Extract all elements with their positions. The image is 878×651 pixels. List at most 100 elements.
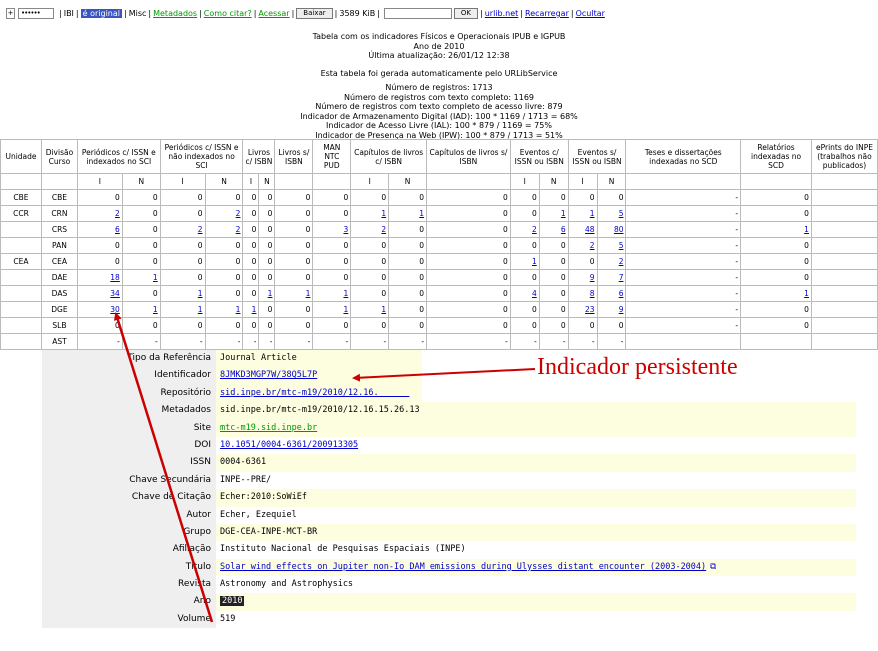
detail-row: Volume 519	[42, 610, 856, 629]
table-cell: -	[505, 337, 508, 346]
table-cell-link[interactable]: 9	[590, 273, 595, 282]
column-header: Eventos s/ ISSN ou ISBN	[567, 139, 627, 174]
table-cell-link[interactable]: 8	[590, 289, 595, 298]
column-subheader: I	[350, 173, 390, 190]
baixar-button[interactable]: Baixar	[296, 8, 333, 19]
url-input[interactable]	[383, 8, 452, 19]
table-cell-link[interactable]: 1	[381, 305, 386, 314]
ok-button[interactable]: OK	[453, 8, 479, 19]
acessar-link[interactable]: Acessar	[258, 9, 289, 18]
table-cell-link[interactable]: 80	[614, 225, 624, 234]
table-cell: 0	[589, 321, 595, 330]
column-subheader	[312, 173, 352, 190]
table-cell-link[interactable]: 6	[619, 289, 624, 298]
table-cell-link[interactable]: 1	[268, 289, 273, 298]
detail-label: Repositório	[42, 384, 216, 403]
original-link[interactable]: é original	[80, 9, 122, 18]
info-title: Tabela com os indicadores Físicos e Oper…	[312, 32, 566, 41]
table-cell: PAN	[52, 241, 67, 250]
ocultar-link[interactable]: Ocultar	[576, 9, 605, 18]
table-cell-link[interactable]: 2	[236, 209, 241, 218]
table-cell-link[interactable]: 2	[590, 241, 595, 250]
column-subheader: N	[121, 173, 161, 190]
table-cell: 0	[267, 225, 273, 234]
password-field[interactable]: ••••••	[18, 8, 54, 19]
table-cell-link[interactable]: 23	[585, 305, 595, 314]
table-cell: CRS	[51, 225, 68, 234]
table-cell-link[interactable]: 1	[532, 257, 537, 266]
urlib-link[interactable]: urlib.net	[485, 9, 519, 18]
table-cell-link[interactable]: 2	[236, 225, 241, 234]
table-cell-link[interactable]: 1	[804, 225, 809, 234]
table-cell: 0	[267, 321, 273, 330]
table-cell-link[interactable]: 2	[381, 225, 386, 234]
table-cell: CEA	[13, 257, 29, 266]
table-cell: 0	[343, 273, 349, 282]
metadados-link[interactable]: Metadados	[153, 9, 197, 18]
table-cell: 0	[152, 241, 158, 250]
table-cell-link[interactable]: 1	[419, 209, 424, 218]
table-cell-link[interactable]: 1	[561, 209, 566, 218]
table-cell-link[interactable]: 5	[619, 209, 624, 218]
info-header: Tabela com os indicadores Físicos e Oper…	[0, 32, 878, 61]
table-cell-link[interactable]: 6	[561, 225, 566, 234]
table-cell-link[interactable]: 4	[532, 289, 537, 298]
table-cell: 0	[267, 305, 273, 314]
table-cell-link[interactable]: 48	[585, 225, 595, 234]
table-cell-link[interactable]: 9	[619, 305, 624, 314]
table-cell: -	[269, 337, 273, 346]
table-cell: 0	[235, 193, 241, 202]
stat-fulltext: Número de registros com texto completo: …	[343, 92, 534, 102]
table-cell-link[interactable]: 1	[153, 273, 158, 282]
table-cell-link[interactable]: 2	[115, 209, 120, 218]
detail-value-link[interactable]: 10.1051/0004-6361/200913305	[220, 440, 358, 450]
table-cell: 0	[381, 321, 387, 330]
expand-button[interactable]: +	[6, 8, 15, 19]
table-cell-link[interactable]: 1	[198, 305, 203, 314]
table-cell-link[interactable]: 1	[804, 289, 809, 298]
detail-row: DOI 10.1051/0004-6361/200913305	[42, 436, 856, 455]
detail-value-cell: 8JMKD3MGP7W/38Q5L7P	[216, 367, 422, 385]
misc-link[interactable]: Misc	[129, 9, 147, 18]
detail-value: Echer:2010:SoWiEf	[220, 492, 307, 503]
table-cell-link[interactable]: 1	[236, 305, 241, 314]
table-cell-link[interactable]: 30	[110, 305, 120, 314]
table-cell-link[interactable]: 7	[619, 273, 624, 282]
table-cell-link[interactable]: 2	[198, 225, 203, 234]
table-cell: 0	[531, 241, 537, 250]
table-cell-link[interactable]: 1	[381, 209, 386, 218]
detail-value-cell: Astronomy and Astrophysics	[216, 576, 856, 594]
indicators-table: Unidade Divisão Curso Periódicos c/ ISSN e…	[0, 139, 878, 350]
table-cell-link[interactable]: 34	[110, 289, 120, 298]
external-link-icon[interactable]: ⧉	[710, 562, 716, 572]
table-cell: -	[253, 337, 257, 346]
detail-value: INPE--PRE/	[220, 474, 272, 485]
table-cell-link[interactable]: 2	[619, 257, 624, 266]
table-cell-link[interactable]: 1	[590, 209, 595, 218]
table-cell: -	[735, 257, 739, 266]
table-cell-link[interactable]: 1	[252, 305, 257, 314]
table-cell-link[interactable]: 1	[343, 305, 348, 314]
table-cell-link[interactable]: 2	[532, 225, 537, 234]
table-cell-link[interactable]: 3	[343, 225, 348, 234]
detail-label: Título	[42, 558, 216, 577]
table-cell-link[interactable]: 6	[115, 225, 120, 234]
table-cell: 0	[381, 289, 387, 298]
detail-value-link[interactable]: mtc-m19.sid.inpe.br	[220, 423, 317, 433]
table-cell: 0	[560, 305, 566, 314]
detail-value-link[interactable]: 8JMKD3MGP7W/38Q5L7P	[220, 370, 317, 380]
como-citar-link[interactable]: Como citar?	[204, 9, 252, 18]
table-cell-link[interactable]: 1	[343, 289, 348, 298]
detail-value-link[interactable]: Solar wind effects on Jupiter non-Io DAM…	[220, 562, 706, 572]
detail-value-link[interactable]: sid.inpe.br/mtc-m19/2010/12.16.______	[220, 388, 409, 398]
table-cell: 0	[560, 273, 566, 282]
table-cell-link[interactable]: 5	[619, 241, 624, 250]
table-cell: -	[562, 337, 566, 346]
table-cell-link[interactable]: 1	[198, 289, 203, 298]
recarregar-link[interactable]: Recarregar	[525, 9, 569, 18]
reference-detail-panel: Tipo da Referência Journal Article Identif…	[42, 350, 856, 629]
table-cell-link[interactable]: 18	[110, 273, 120, 282]
table-cell-link[interactable]: 1	[306, 289, 311, 298]
table-cell-link[interactable]: 1	[153, 305, 158, 314]
table-cell: -	[591, 337, 595, 346]
